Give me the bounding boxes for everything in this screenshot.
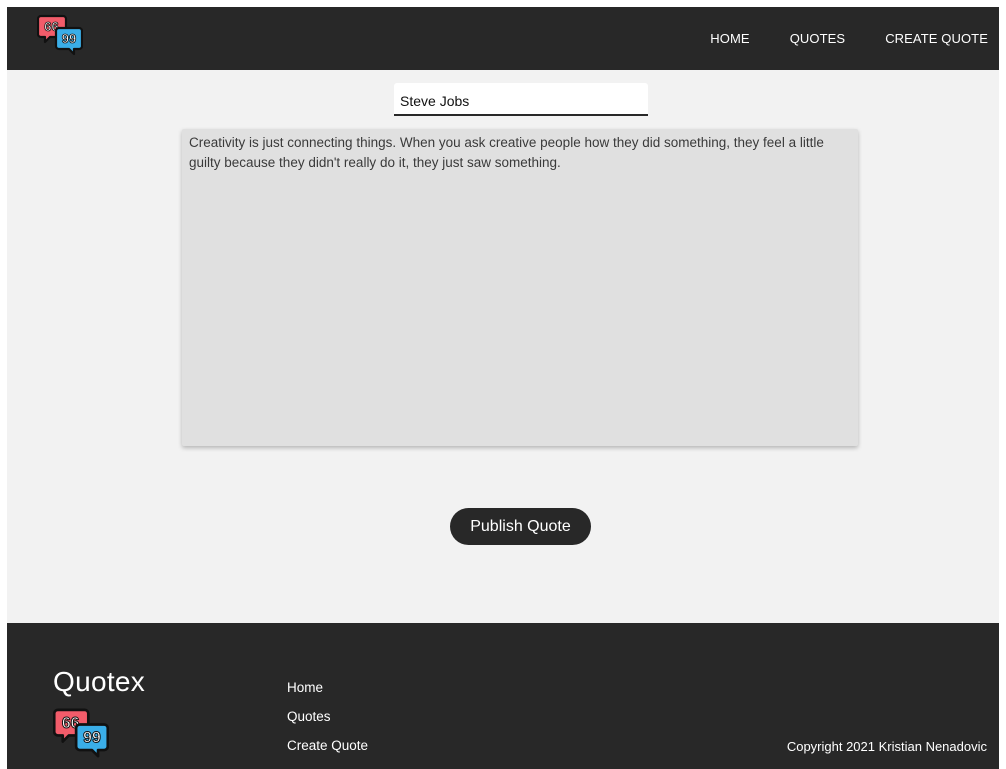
footer-quotes-link[interactable]: Quotes [287,702,368,731]
footer-brand: Quotex [53,666,146,697]
author-input[interactable] [394,83,648,116]
quote-textarea[interactable]: Creativity is just connecting things. Wh… [182,129,858,446]
page: HOME QUOTES CREATE QUOTE Creativity is j… [7,7,999,769]
nav-quotes-link[interactable]: QUOTES [779,31,857,46]
footer-create-quote-link[interactable]: Create Quote [287,731,368,760]
nav-create-quote-link[interactable]: CREATE QUOTE [874,31,999,46]
copyright-text: Copyright 2021 Kristian Nenadovic [786,739,987,754]
publish-quote-button[interactable]: Publish Quote [450,508,591,545]
nav-home-link[interactable]: HOME [699,31,760,46]
footer-links: Home Quotes Create Quote [287,673,368,760]
quote-bubbles-icon[interactable] [37,12,83,58]
navbar: HOME QUOTES CREATE QUOTE [7,7,999,70]
quote-bubbles-icon [53,708,109,758]
footer: Quotex Home Quotes Create Quote Copyrigh… [7,623,999,769]
nav-links: HOME QUOTES CREATE QUOTE [681,7,999,70]
footer-home-link[interactable]: Home [287,673,368,702]
